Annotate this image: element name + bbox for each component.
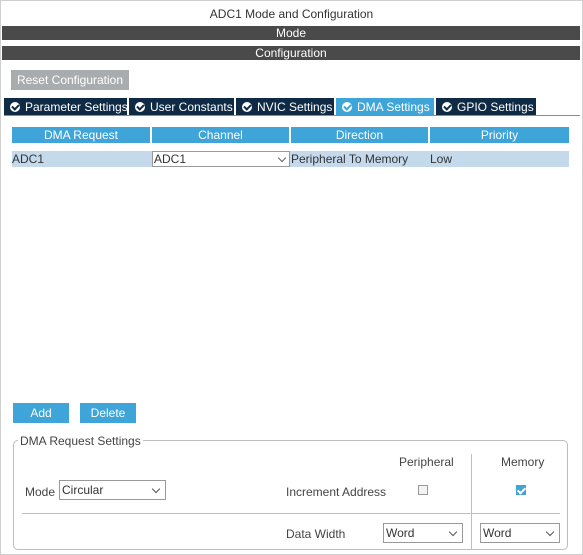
chevron-down-icon <box>545 527 555 537</box>
check-circle-icon <box>442 101 452 112</box>
delete-button[interactable]: Delete <box>80 403 136 423</box>
tab-nvic-settings[interactable]: NVIC Settings <box>236 98 334 115</box>
tab-gpio-settings[interactable]: GPIO Settings <box>436 98 536 115</box>
table-row[interactable]: ADC1 ADC1 Peripheral To Memory Low <box>12 151 569 167</box>
row-divider <box>22 513 560 514</box>
check-circle-icon <box>135 101 145 112</box>
cell-direction: Peripheral To Memory <box>291 152 409 166</box>
add-button[interactable]: Add <box>13 403 69 423</box>
check-circle-icon <box>10 101 20 112</box>
reset-configuration-button[interactable]: Reset Configuration <box>11 70 129 90</box>
column-header-dma-request[interactable]: DMA Request <box>12 127 150 143</box>
column-header-channel[interactable]: Channel <box>152 127 289 143</box>
memory-data-width-select[interactable]: Word <box>480 523 560 543</box>
data-width-label: Data Width <box>286 527 346 541</box>
tab-label: User Constants <box>150 99 233 114</box>
increment-address-label: Increment Address <box>286 485 387 499</box>
window-title: ADC1 Mode and Configuration <box>209 7 374 21</box>
channel-select-value: ADC1 <box>154 152 187 166</box>
tab-underline <box>4 115 580 116</box>
peripheral-data-width-value: Word <box>386 526 415 540</box>
dma-request-settings-legend: DMA Request Settings <box>18 434 143 448</box>
tab-parameter-settings[interactable]: Parameter Settings <box>4 98 128 115</box>
peripheral-increment-checkbox[interactable] <box>418 485 428 495</box>
mode-section-bar[interactable]: Mode <box>2 26 580 40</box>
tab-label: GPIO Settings <box>457 99 534 114</box>
peripheral-data-width-select[interactable]: Word <box>383 523 463 543</box>
configuration-section-bar[interactable]: Configuration <box>2 46 580 60</box>
chevron-down-icon <box>151 484 161 494</box>
channel-select[interactable]: ADC1 <box>152 151 290 167</box>
dma-table-header: DMA Request Channel Direction Priority <box>12 127 569 143</box>
mode-select-value: Circular <box>62 483 104 497</box>
tab-label: DMA Settings <box>357 99 430 114</box>
check-circle-icon <box>242 101 252 112</box>
tab-label: NVIC Settings <box>257 99 333 114</box>
mode-label: Mode <box>25 485 56 499</box>
cell-priority: Low <box>430 152 453 166</box>
mode-select[interactable]: Circular <box>59 480 166 500</box>
peripheral-header: Peripheral <box>399 455 454 469</box>
tab-dma-settings[interactable]: DMA Settings <box>336 98 434 115</box>
tab-user-constants[interactable]: User Constants <box>129 98 234 115</box>
column-header-direction[interactable]: Direction <box>291 127 428 143</box>
check-circle-icon <box>342 101 352 112</box>
column-header-priority[interactable]: Priority <box>430 127 569 143</box>
memory-increment-checkbox[interactable] <box>516 485 526 495</box>
memory-data-width-value: Word <box>483 526 512 540</box>
settings-tabs: Parameter Settings User Constants NVIC S… <box>4 98 538 115</box>
chevron-down-icon <box>448 527 458 537</box>
column-divider <box>471 454 472 550</box>
chevron-down-icon <box>277 153 287 163</box>
memory-header: Memory <box>501 455 545 469</box>
cell-dma-request: ADC1 <box>12 152 45 166</box>
tab-label: Parameter Settings <box>25 99 128 114</box>
